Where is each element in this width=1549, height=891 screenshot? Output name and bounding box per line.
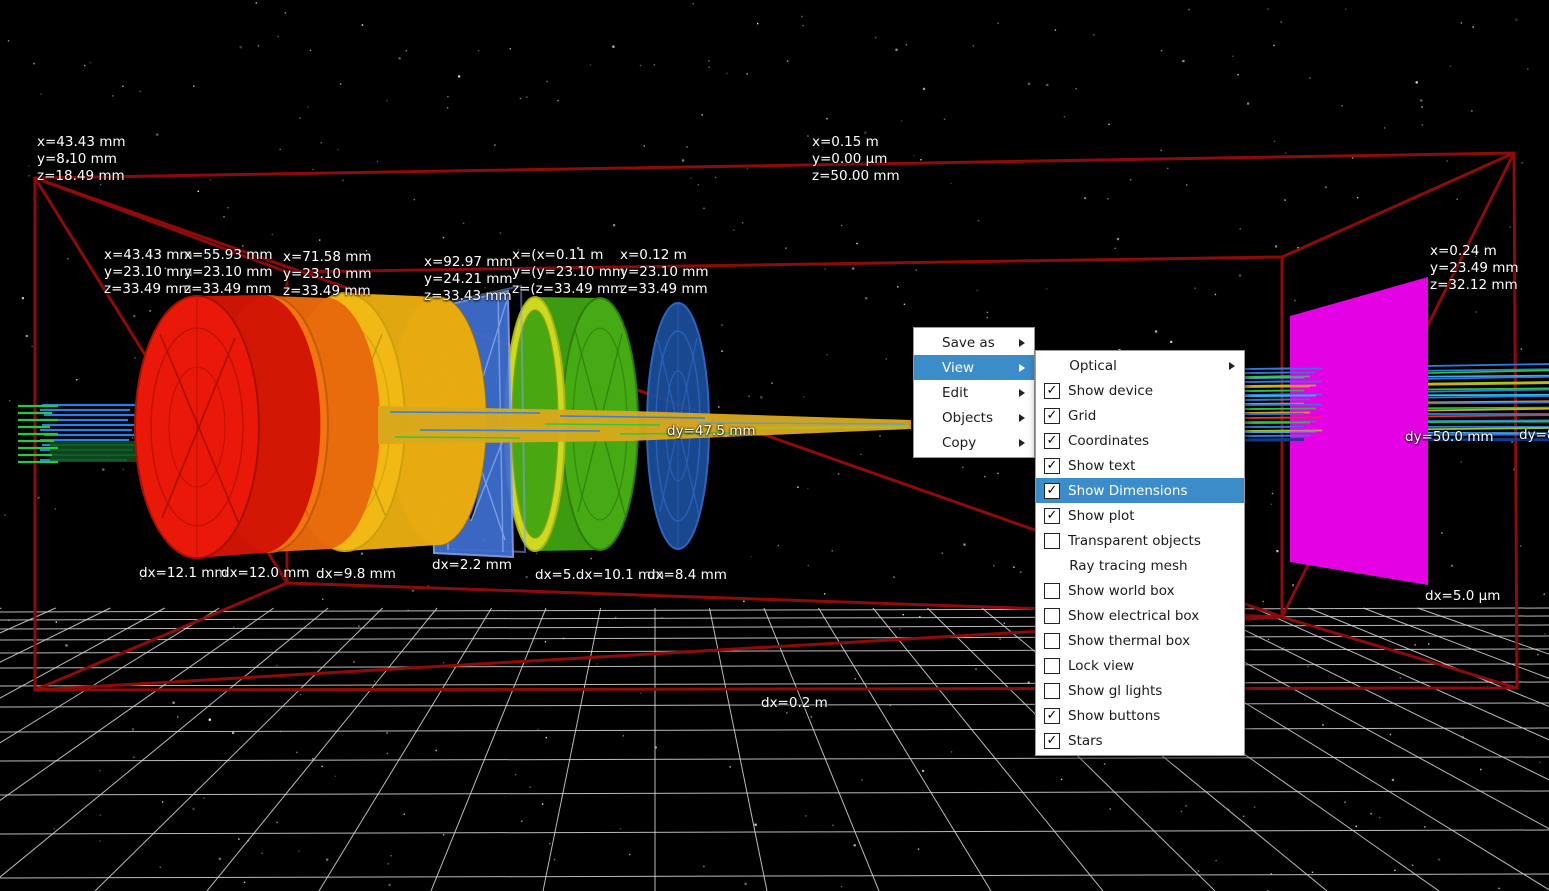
checkbox-icon[interactable] [1044,583,1060,599]
checkbox-icon[interactable]: ✓ [1044,733,1060,749]
submenu-item-show-thermal-box[interactable]: Show thermal box [1036,628,1244,653]
submenu-arrow-icon [1019,339,1025,347]
submenu-item-show-gl-lights[interactable]: Show gl lights [1036,678,1244,703]
coord-label-lens-1: x=43.43 mm y=23.10 mm z=33.49 mm [104,247,193,298]
checkbox-icon[interactable]: ✓ [1044,708,1060,724]
submenu-item-lock-view[interactable]: Lock view [1036,653,1244,678]
submenu-arrow-icon [1019,364,1025,372]
menu-item-objects[interactable]: Objects [914,405,1034,430]
menu-item-save-as[interactable]: Save as [914,330,1034,355]
dim-label-dy-edge: dy=8 [1519,427,1549,443]
coord-label-top-center: x=0.15 m y=0.00 µm z=50.00 mm [812,134,900,185]
dim-label-dx-lens-1: dx=12.1 mm [139,565,228,581]
submenu-arrow-icon [1229,362,1235,370]
submenu-item-ray-tracing-mesh[interactable]: Ray tracing mesh [1036,553,1244,578]
checkbox-icon[interactable] [1044,608,1060,624]
checkbox-icon[interactable]: ✓ [1044,458,1060,474]
submenu-item-show-dimensions[interactable]: ✓ Show Dimensions [1036,478,1244,503]
context-menu: Save as View Edit Objects Copy [913,327,1035,458]
coord-label-lens-2: x=55.93 mm y=23.10 mm z=33.49 mm [184,247,273,298]
checkbox-icon[interactable]: ✓ [1044,433,1060,449]
dim-label-dx-lens-2: dx=12.0 mm [221,565,310,581]
dim-label-dx-lens-5: dx=5.dx=10.1 mm [535,567,664,583]
submenu-item-grid[interactable]: ✓ Grid [1036,403,1244,428]
dim-label-dx-lens-6: dx=8.4 mm [647,567,727,583]
menu-item-edit[interactable]: Edit [914,380,1034,405]
dim-label-dy-axis: dy=47.5 mm [667,423,756,439]
submenu-item-optical[interactable]: Optical [1036,353,1244,378]
checkbox-icon[interactable]: ✓ [1044,408,1060,424]
submenu-item-stars[interactable]: ✓ Stars [1036,728,1244,753]
axis-ray-band [378,406,911,444]
checkbox-icon[interactable]: ✓ [1044,508,1060,524]
checkbox-icon[interactable] [1044,683,1060,699]
dim-label-dx-lens-3: dx=9.8 mm [316,566,396,582]
coord-label-world-corner: x=43.43 mm y=8.10 mm z=18.49 mm [37,134,126,185]
menu-item-copy[interactable]: Copy [914,430,1034,455]
submenu-item-show-world-box[interactable]: Show world box [1036,578,1244,603]
view-submenu: Optical ✓ Show device ✓ Grid ✓ Coordinat… [1035,350,1245,756]
dim-label-dx-screen: dx=5.0 µm [1425,588,1500,604]
coord-label-lens-3: x=71.58 mm y=23.10 mm z=33.49 mm [283,249,372,300]
coord-label-screen: x=0.24 m y=23.49 mm z=32.12 mm [1430,243,1519,294]
checkbox-icon[interactable]: ✓ [1044,483,1060,499]
submenu-item-coordinates[interactable]: ✓ Coordinates [1036,428,1244,453]
submenu-arrow-icon [1019,389,1025,397]
submenu-item-show-text[interactable]: ✓ Show text [1036,453,1244,478]
floor-grid [0,608,1549,891]
scene-canvas[interactable] [0,0,1549,891]
checkbox-icon[interactable] [1044,533,1060,549]
dim-label-dx-aperture: dx=2.2 mm [432,557,512,573]
dim-label-dy-screen: dy=50.0 mm [1405,429,1494,445]
submenu-arrow-icon [1019,439,1025,447]
submenu-item-transparent-objects[interactable]: Transparent objects [1036,528,1244,553]
dim-label-dx-world: dx=0.2 m [761,695,828,711]
lens-red [135,295,320,558]
submenu-item-show-buttons[interactable]: ✓ Show buttons [1036,703,1244,728]
submenu-arrow-icon [1019,414,1025,422]
viewport-3d[interactable]: { "scene": { "colors": { "background": "… [0,0,1549,891]
checkbox-icon[interactable] [1044,633,1060,649]
submenu-item-show-electrical-box[interactable]: Show electrical box [1036,603,1244,628]
submenu-item-show-device[interactable]: ✓ Show device [1036,378,1244,403]
menu-item-view[interactable]: View [914,355,1034,380]
coord-label-lens-4: x=92.97 mm y=24.21 mm z=33.43 mm [424,254,513,305]
submenu-item-show-plot[interactable]: ✓ Show plot [1036,503,1244,528]
coord-label-lens-6: x=0.12 m y=23.10 mm z=33.49 mm [620,247,709,298]
checkbox-icon[interactable]: ✓ [1044,383,1060,399]
coord-label-lens-5: x=(x=0.11 m y=(y=23.10 mm z=(z=33.49 mm [512,247,625,298]
checkbox-icon[interactable] [1044,658,1060,674]
